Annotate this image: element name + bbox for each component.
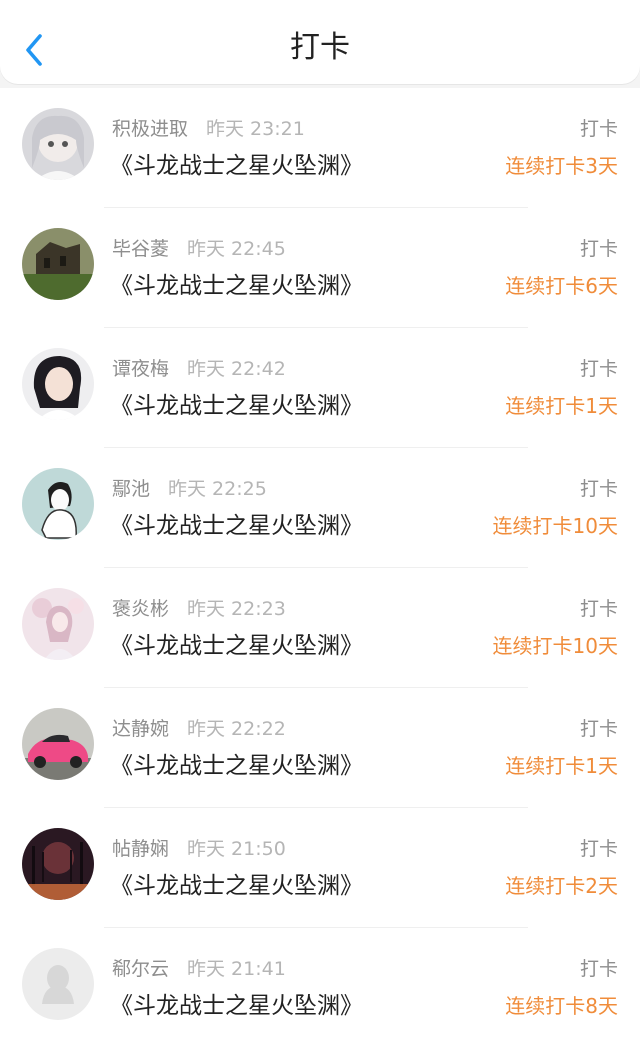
timestamp: 昨天 22:42	[187, 358, 286, 380]
action-label: 打卡	[579, 598, 618, 620]
nav-bar: 打卡	[0, 0, 640, 84]
streak-label: 连续打卡8天	[505, 994, 618, 1018]
action-label: 打卡	[579, 358, 618, 380]
timestamp: 昨天 22:25	[168, 478, 267, 500]
user-name: 毕谷菱 昨天 22:45	[112, 238, 286, 260]
timestamp: 昨天 22:22	[187, 718, 286, 740]
action-label: 打卡	[579, 238, 618, 260]
timestamp: 昨天 23:21	[206, 118, 305, 140]
avatar[interactable]	[22, 468, 94, 540]
user-name: 谭夜梅 昨天 22:42	[112, 358, 286, 380]
book-title: 《斗龙战士之星火坠渊》	[110, 993, 363, 1019]
action-label: 打卡	[579, 958, 618, 980]
streak-label: 连续打卡2天	[505, 874, 618, 898]
streak-label: 连续打卡10天	[492, 634, 618, 658]
book-title: 《斗龙战士之星火坠渊》	[110, 873, 363, 899]
action-label: 打卡	[579, 478, 618, 500]
avatar[interactable]	[22, 108, 94, 180]
list-item[interactable]: 毕谷菱 昨天 22:45 《斗龙战士之星火坠渊》 打卡 连续打卡6天	[0, 208, 640, 328]
action-label: 打卡	[579, 718, 618, 740]
avatar[interactable]	[22, 348, 94, 420]
user-name: 帖静娴 昨天 21:50	[112, 838, 286, 860]
list-item[interactable]: 达静婉 昨天 22:22 《斗龙战士之星火坠渊》 打卡 连续打卡1天	[0, 688, 640, 808]
streak-label: 连续打卡10天	[492, 514, 618, 538]
list-item[interactable]: 积极进取 昨天 23:21 《斗龙战士之星火坠渊》 打卡 连续打卡3天	[0, 88, 640, 208]
list-item[interactable]: 褒炎彬 昨天 22:23 《斗龙战士之星火坠渊》 打卡 连续打卡10天	[0, 568, 640, 688]
book-title: 《斗龙战士之星火坠渊》	[110, 633, 363, 659]
timestamp: 昨天 22:23	[187, 598, 286, 620]
timestamp: 昨天 21:50	[187, 838, 286, 860]
user-name: 达静婉 昨天 22:22	[112, 718, 286, 740]
streak-label: 连续打卡6天	[505, 274, 618, 298]
list-item[interactable]: 帖静娴 昨天 21:50 《斗龙战士之星火坠渊》 打卡 连续打卡2天	[0, 808, 640, 928]
user-name: 褒炎彬 昨天 22:23	[112, 598, 286, 620]
streak-label: 连续打卡1天	[505, 394, 618, 418]
action-label: 打卡	[579, 838, 618, 860]
avatar[interactable]	[22, 948, 94, 1020]
book-title: 《斗龙战士之星火坠渊》	[110, 753, 363, 779]
timestamp: 昨天 22:45	[187, 238, 286, 260]
action-label: 打卡	[579, 118, 618, 140]
book-title: 《斗龙战士之星火坠渊》	[110, 393, 363, 419]
user-name: 郗尔云 昨天 21:41	[112, 958, 286, 980]
book-title: 《斗龙战士之星火坠渊》	[110, 513, 363, 539]
page-title: 打卡	[290, 30, 350, 65]
user-name: 积极进取 昨天 23:21	[112, 118, 305, 140]
list-item[interactable]: 郗尔云 昨天 21:41 《斗龙战士之星火坠渊》 打卡 连续打卡8天	[0, 928, 640, 1048]
list-item[interactable]: 谭夜梅 昨天 22:42 《斗龙战士之星火坠渊》 打卡 连续打卡1天	[0, 328, 640, 448]
list-item[interactable]: 鄢池 昨天 22:25 《斗龙战士之星火坠渊》 打卡 连续打卡10天	[0, 448, 640, 568]
avatar[interactable]	[22, 708, 94, 780]
avatar[interactable]	[22, 228, 94, 300]
book-title: 《斗龙战士之星火坠渊》	[110, 273, 363, 299]
user-name: 鄢池 昨天 22:25	[112, 478, 267, 500]
avatar[interactable]	[22, 588, 94, 660]
timestamp: 昨天 21:41	[187, 958, 286, 980]
avatar[interactable]	[22, 828, 94, 900]
streak-label: 连续打卡3天	[505, 154, 618, 178]
book-title: 《斗龙战士之星火坠渊》	[110, 153, 363, 179]
checkin-list: 积极进取 昨天 23:21 《斗龙战士之星火坠渊》 打卡 连续打卡3天 毕谷菱 昨天…	[0, 88, 640, 1048]
streak-label: 连续打卡1天	[505, 754, 618, 778]
